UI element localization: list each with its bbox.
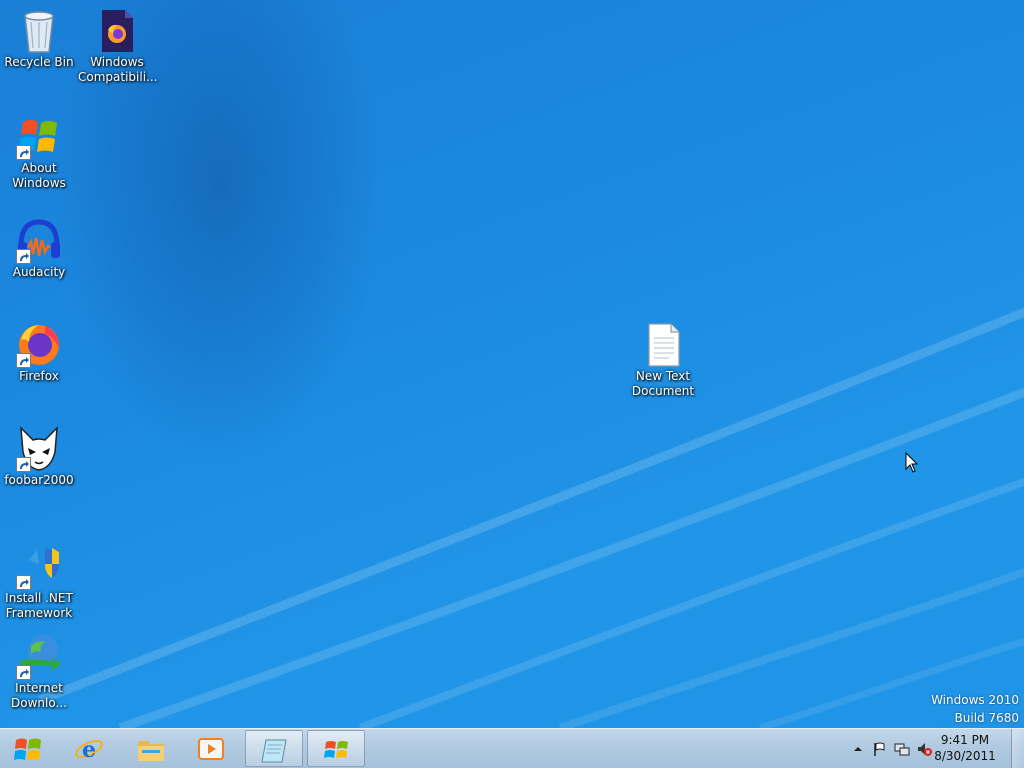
icon-label: Install .NET Framework xyxy=(5,591,73,620)
foobar2000-icon xyxy=(15,424,63,472)
shortcut-arrow-icon xyxy=(16,145,31,160)
system-tray: 9:41 PM 8/30/2011 xyxy=(834,729,1024,768)
taskbar-windows[interactable] xyxy=(307,730,365,767)
icon-label: Recycle Bin xyxy=(4,55,74,69)
recycle-bin-icon xyxy=(15,6,63,54)
text-document-icon xyxy=(639,320,687,368)
desktop-icon-firefox[interactable]: Firefox xyxy=(0,320,78,384)
dotnet-installer-icon xyxy=(15,542,63,590)
desktop-icon-foobar2000[interactable]: foobar2000 xyxy=(0,424,78,488)
icon-label: New Text Document xyxy=(631,369,695,398)
desktop-icon-about-windows[interactable]: About Windows xyxy=(0,112,78,191)
taskbar-notepad[interactable] xyxy=(245,730,303,767)
desktop-icon-windows-compatibility[interactable]: Windows Compatibili... xyxy=(78,6,158,85)
action-center-flag-icon[interactable] xyxy=(872,741,888,757)
wallpaper-streaks xyxy=(38,307,1024,728)
watermark-line-2: Build 7680 xyxy=(954,711,1019,725)
build-watermark: Windows 2010 Build 7680 xyxy=(931,691,1019,727)
icon-label: foobar2000 xyxy=(4,473,74,487)
taskbar-internet-explorer[interactable]: e xyxy=(60,730,118,767)
desktop-icon-install-dotnet[interactable]: Install .NET Framework xyxy=(0,542,78,621)
clock-date: 8/30/2011 xyxy=(934,749,996,763)
desktop-icon-new-text-document[interactable]: New Text Document xyxy=(624,320,702,399)
notepad-icon xyxy=(261,739,287,763)
desktop: Recycle Bin Windows Compatibili... About… xyxy=(0,0,1024,768)
mouse-cursor-icon xyxy=(905,452,919,473)
shortcut-arrow-icon xyxy=(16,353,31,368)
show-desktop-button[interactable] xyxy=(1011,729,1024,768)
clock[interactable]: 9:41 PM 8/30/2011 xyxy=(930,732,1000,764)
clock-time: 9:41 PM xyxy=(940,733,990,747)
desktop-icon-recycle-bin[interactable]: Recycle Bin xyxy=(0,6,78,70)
internet-download-manager-icon xyxy=(15,632,63,680)
icon-label: Internet Downlo... xyxy=(11,681,67,710)
media-player-icon xyxy=(198,738,224,760)
desktop-icon-audacity[interactable]: Audacity xyxy=(0,216,78,280)
network-icon[interactable] xyxy=(894,741,910,757)
windows-logo-icon xyxy=(15,112,63,160)
windows-logo-icon xyxy=(324,741,348,758)
icon-label: Audacity xyxy=(12,265,66,279)
desktop-icon-internet-download-manager[interactable]: Internet Downlo... xyxy=(0,632,78,711)
shortcut-arrow-icon xyxy=(16,575,31,590)
shortcut-arrow-icon xyxy=(16,457,31,472)
firefox-icon xyxy=(15,320,63,368)
shortcut-arrow-icon xyxy=(16,665,31,680)
icon-label: Windows Compatibili... xyxy=(78,55,158,84)
show-hidden-icons-icon[interactable] xyxy=(850,741,866,757)
internet-explorer-icon: e xyxy=(75,737,103,763)
audacity-icon xyxy=(15,216,63,264)
taskbar-media-player[interactable] xyxy=(182,730,240,767)
file-explorer-icon xyxy=(138,741,164,761)
icon-label: Firefox xyxy=(19,369,59,383)
svg-text:e: e xyxy=(82,737,96,763)
start-orb-icon xyxy=(14,738,41,760)
taskbar-file-explorer[interactable] xyxy=(122,730,180,767)
start-button[interactable] xyxy=(4,730,52,768)
icon-label: About Windows xyxy=(12,161,66,190)
watermark-line-1: Windows 2010 xyxy=(931,693,1019,707)
shortcut-arrow-icon xyxy=(16,249,31,264)
taskbar: e 9:41 PM 8/30/2011 xyxy=(0,728,1024,768)
firefox-file-icon xyxy=(93,6,141,54)
